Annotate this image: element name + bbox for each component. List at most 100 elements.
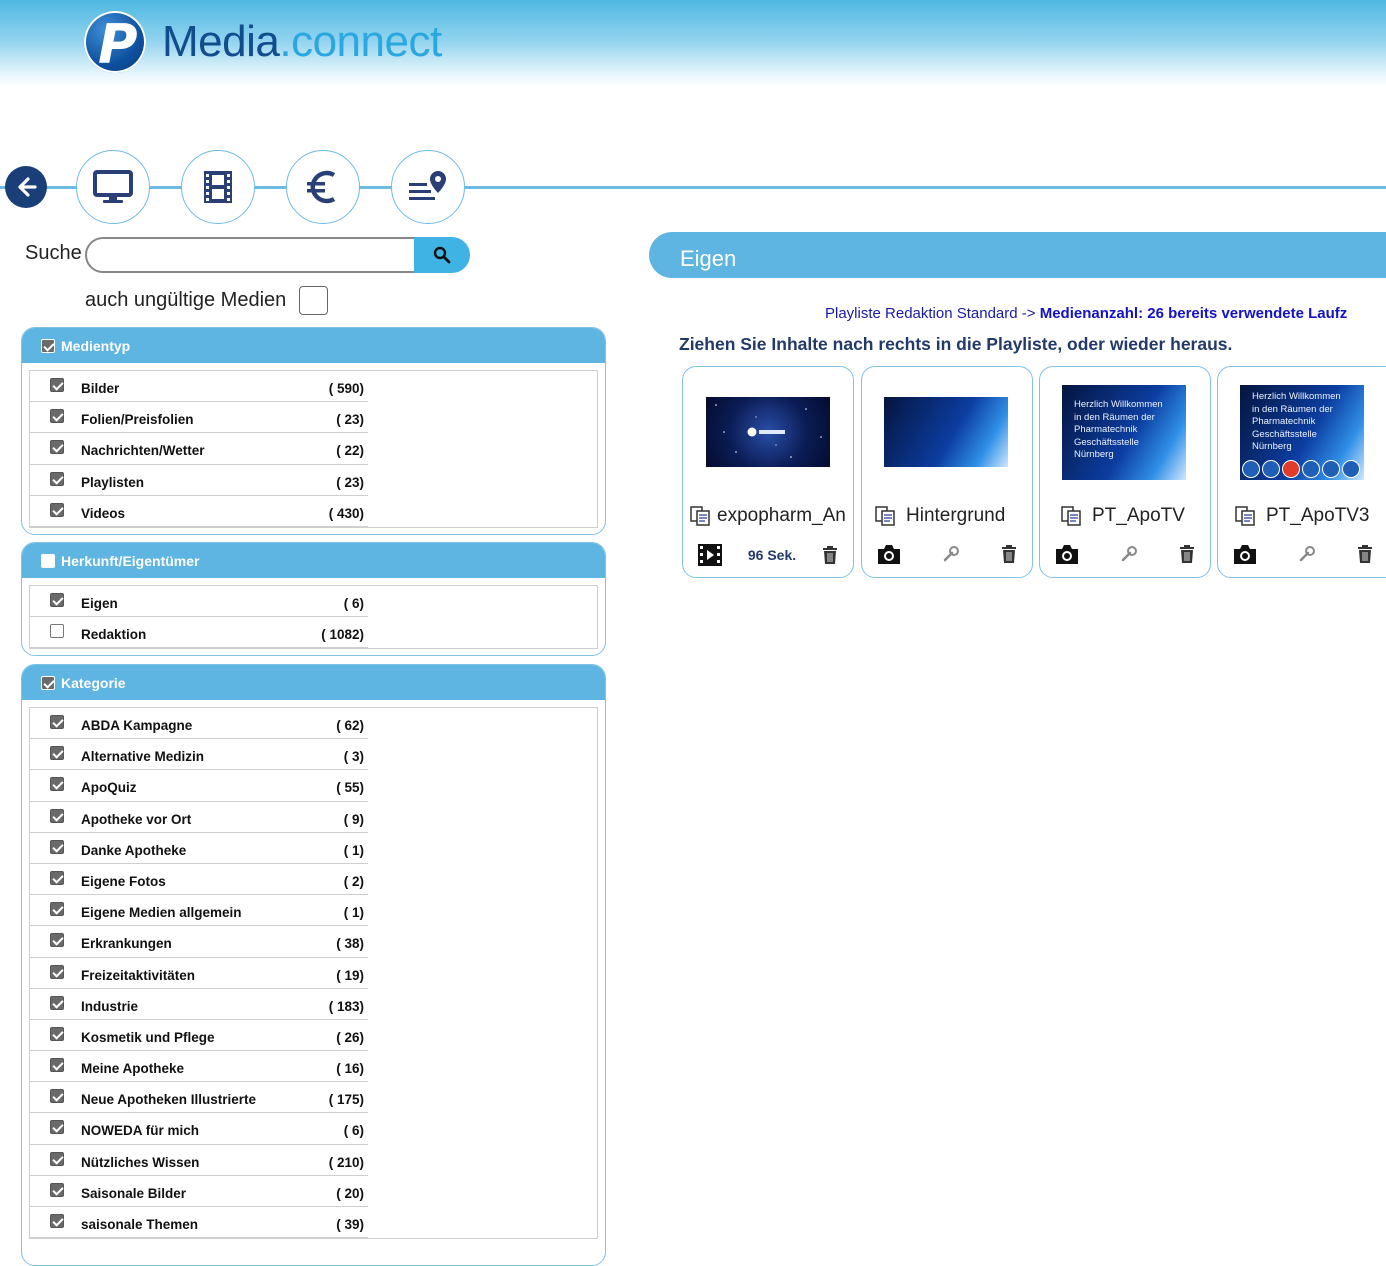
- thumbnail-badges: [1242, 460, 1360, 478]
- filter-item[interactable]: Danke Apotheke ( 1): [30, 833, 597, 864]
- filter-item-checkbox[interactable]: [50, 624, 64, 639]
- filter-item[interactable]: Industrie ( 183): [30, 989, 597, 1020]
- filter-item[interactable]: Eigene Medien allgemein ( 1): [30, 895, 597, 927]
- media-card[interactable]: Herzlich Willkommen in den Räumen der Ph…: [1217, 366, 1386, 578]
- filter-panel-checkbox[interactable]: [41, 338, 55, 353]
- filter-item-checkbox[interactable]: [50, 409, 64, 424]
- filter-panel-header: Kategorie: [22, 665, 605, 700]
- filter-item-checkbox[interactable]: [50, 502, 64, 517]
- filter-panel-checkbox[interactable]: [41, 675, 55, 690]
- filter-item-checkbox[interactable]: [50, 1182, 64, 1197]
- filter-item-count: ( 1): [343, 905, 364, 921]
- filter-item[interactable]: Alternative Medizin ( 3): [30, 739, 597, 771]
- media-thumbnail[interactable]: Herzlich Willkommen in den Räumen der Ph…: [1240, 385, 1364, 480]
- trash-icon[interactable]: [821, 545, 839, 565]
- search-input[interactable]: [85, 237, 423, 273]
- wrench-icon[interactable]: [942, 545, 960, 563]
- media-duration: 96 Sek.: [747, 547, 797, 563]
- euro-nav-button[interactable]: [286, 150, 360, 224]
- filter-item[interactable]: Bilder ( 590): [30, 371, 597, 403]
- filter-item[interactable]: ApoQuiz ( 55): [30, 770, 597, 802]
- filter-item[interactable]: Erkrankungen ( 38): [30, 926, 597, 958]
- media-thumbnail[interactable]: [884, 397, 1008, 467]
- film-icon: [204, 171, 232, 203]
- filter-item-checkbox[interactable]: [50, 378, 64, 392]
- playlist-location-nav-button[interactable]: [391, 150, 465, 224]
- copy-document-icon: [1235, 506, 1255, 526]
- media-card[interactable]: Hintergrund: [861, 366, 1033, 578]
- media-card-name: PT_ApoTV: [1046, 505, 1204, 527]
- filter-item[interactable]: Redaktion ( 1082): [30, 617, 597, 649]
- filter-item-label: ABDA Kampagne: [81, 718, 193, 733]
- filter-item[interactable]: Meine Apotheke ( 16): [30, 1051, 597, 1083]
- copy-document-icon: [1061, 506, 1081, 526]
- filter-item-count: ( 6): [343, 1123, 364, 1139]
- filter-item[interactable]: Freizeitaktivitäten ( 19): [30, 958, 597, 989]
- media-card[interactable]: expopharm_Ani 96 Sek.: [682, 366, 854, 578]
- invalid-media-checkbox[interactable]: [299, 286, 328, 315]
- media-connect-logo[interactable]: P Media.connect: [84, 10, 442, 74]
- filter-item-checkbox[interactable]: [50, 746, 64, 761]
- filter-item[interactable]: Eigene Fotos ( 2): [30, 864, 597, 896]
- filter-item-checkbox[interactable]: [50, 902, 64, 917]
- filter-item-checkbox[interactable]: [50, 1214, 64, 1228]
- playlist-location-icon: [409, 171, 446, 200]
- back-button[interactable]: [5, 166, 47, 208]
- filter-panel-checkbox[interactable]: [41, 553, 55, 568]
- playlist-name[interactable]: Playliste Redaktion Standard ->: [825, 305, 1036, 322]
- film-nav-button[interactable]: [181, 150, 255, 224]
- trash-icon[interactable]: [1178, 544, 1196, 564]
- filter-item-checkbox[interactable]: [50, 995, 64, 1010]
- filter-item[interactable]: NOWEDA für mich ( 6): [30, 1113, 597, 1145]
- filter-item-label: Kosmetik und Pflege: [81, 1029, 215, 1045]
- video-icon: [698, 544, 722, 566]
- filter-item-label: Eigen: [81, 596, 118, 611]
- filter-item-count: ( 23): [336, 412, 364, 428]
- filter-item-checkbox[interactable]: [50, 715, 64, 729]
- filter-item-checkbox[interactable]: [50, 471, 64, 486]
- filter-item[interactable]: Nachrichten/Wetter ( 22): [30, 433, 597, 465]
- filter-item-checkbox[interactable]: [50, 440, 64, 455]
- filter-item[interactable]: Eigen ( 6): [30, 586, 597, 618]
- wrench-icon[interactable]: [1298, 545, 1316, 563]
- thumbnail-text: Herzlich Willkommen in den Räumen der Ph…: [1074, 399, 1163, 460]
- filter-item-checkbox[interactable]: [50, 1089, 64, 1104]
- filter-item[interactable]: Folien/Preisfolien ( 23): [30, 402, 597, 434]
- filter-item-label: Nachrichten/Wetter: [81, 443, 205, 459]
- filter-item-checkbox[interactable]: [50, 777, 64, 792]
- media-card[interactable]: Herzlich Willkommen in den Räumen der Ph…: [1039, 366, 1211, 578]
- filter-item-checkbox[interactable]: [50, 964, 64, 979]
- filter-item-checkbox[interactable]: [50, 593, 64, 607]
- filter-item-checkbox[interactable]: [50, 1026, 64, 1041]
- trash-icon[interactable]: [1356, 544, 1374, 564]
- filter-item-count: ( 19): [336, 967, 364, 983]
- filter-item[interactable]: Playlisten ( 23): [30, 465, 597, 496]
- filter-item[interactable]: Apotheke vor Ort ( 9): [30, 802, 597, 833]
- filter-item[interactable]: saisonale Themen ( 39): [30, 1207, 597, 1239]
- filter-item-count: ( 39): [336, 1217, 364, 1232]
- filter-item-checkbox[interactable]: [50, 839, 64, 854]
- filter-item[interactable]: Saisonale Bilder ( 20): [30, 1176, 597, 1207]
- badge-icon: [1282, 460, 1300, 478]
- wrench-icon[interactable]: [1120, 545, 1138, 563]
- filter-item[interactable]: Neue Apotheken Illustrierte ( 175): [30, 1082, 597, 1114]
- filter-item-checkbox[interactable]: [50, 1151, 64, 1166]
- media-thumbnail[interactable]: Herzlich Willkommen in den Räumen der Ph…: [1062, 385, 1186, 480]
- filter-item-checkbox[interactable]: [50, 1120, 64, 1135]
- copy-document-icon: [690, 506, 710, 526]
- filter-item-checkbox[interactable]: [50, 870, 64, 885]
- filter-item[interactable]: Nützliches Wissen ( 210): [30, 1145, 597, 1176]
- filter-item[interactable]: Kosmetik und Pflege ( 26): [30, 1020, 597, 1052]
- filter-item[interactable]: Videos ( 430): [30, 496, 597, 527]
- filter-item-checkbox[interactable]: [50, 1058, 64, 1073]
- filter-item-count: ( 1082): [321, 627, 364, 643]
- trash-icon[interactable]: [1000, 544, 1018, 564]
- filter-item-count: ( 430): [328, 505, 364, 521]
- filter-item-checkbox[interactable]: [50, 933, 64, 948]
- media-thumbnail[interactable]: [706, 397, 830, 467]
- filter-item[interactable]: ABDA Kampagne ( 62): [30, 708, 597, 740]
- search-button[interactable]: [414, 237, 470, 273]
- filter-item-checkbox[interactable]: [50, 808, 64, 823]
- playlist-stats: Medienanzahl: 26 bereits verwendete Lauf…: [1039, 305, 1348, 322]
- monitor-nav-button[interactable]: [76, 150, 150, 224]
